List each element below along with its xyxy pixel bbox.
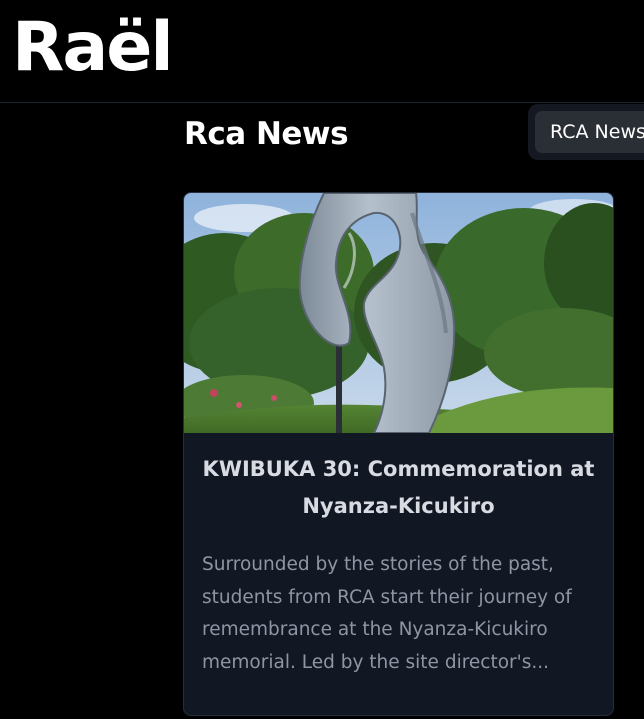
site-logo[interactable]: Raël [12, 6, 174, 90]
tab-rca-news[interactable]: RCA News [535, 111, 644, 153]
article-title[interactable]: KWIBUKA 30: Commemoration at Nyanza-Kicu… [200, 451, 597, 525]
article-excerpt: Surrounded by the stories of the past, s… [202, 554, 572, 673]
memorial-sculpture-photo [184, 193, 613, 433]
article-image [184, 193, 613, 433]
site-header: Raël [0, 0, 644, 103]
page-title: Rca News [184, 116, 349, 152]
tab-strip: RCA News [528, 104, 644, 160]
article-card[interactable]: KWIBUKA 30: Commemoration at Nyanza-Kicu… [183, 192, 614, 716]
page: Raël Rca News RCA News KWIBUKA 30: Comme… [0, 0, 644, 719]
